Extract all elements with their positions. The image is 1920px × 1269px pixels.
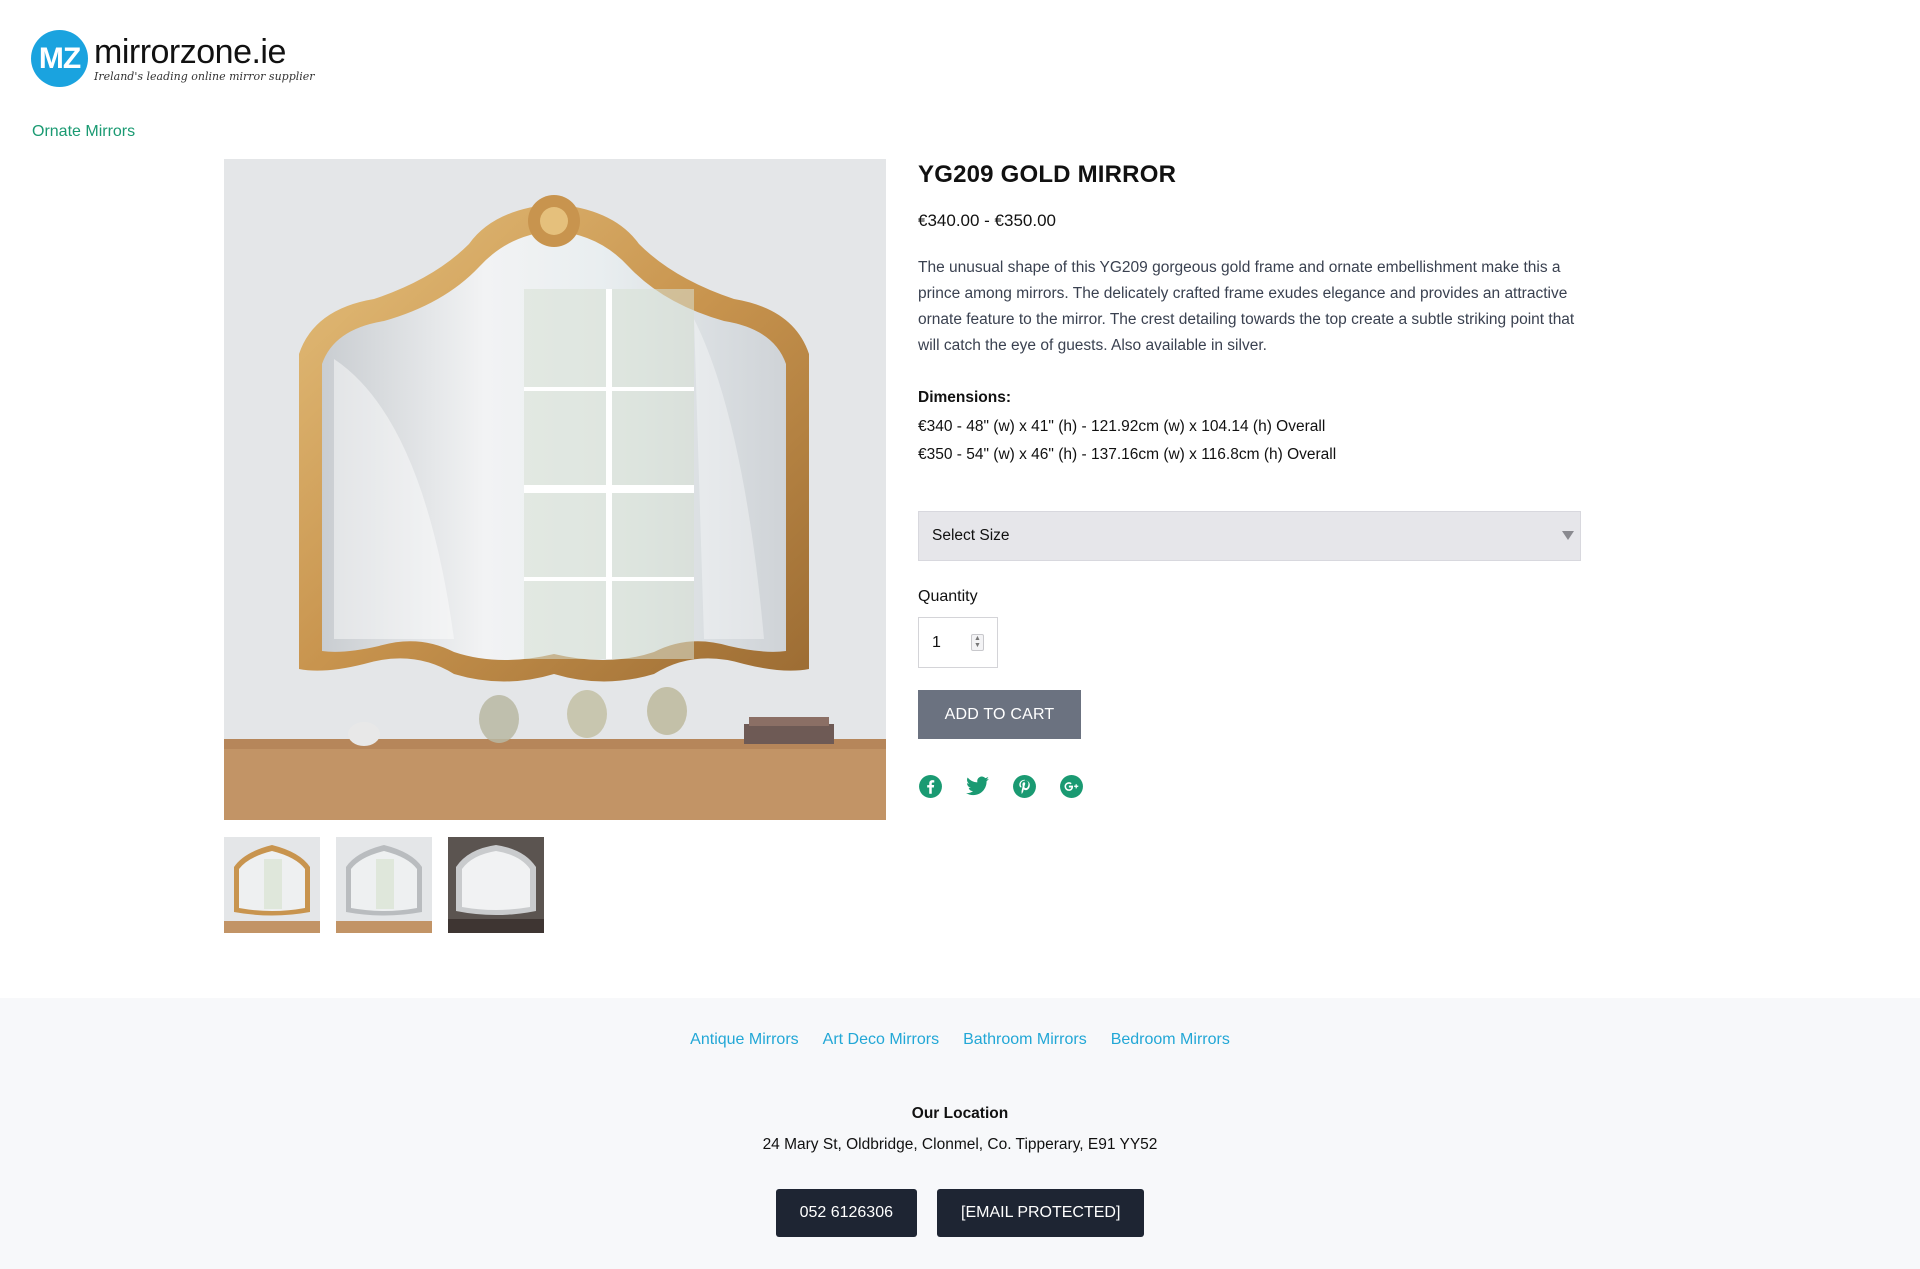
footer-link-bathroom-mirrors[interactable]: Bathroom Mirrors xyxy=(963,1031,1087,1049)
location-title: Our Location xyxy=(911,1105,1009,1122)
twitter-icon[interactable] xyxy=(965,774,990,799)
location-address: 24 Mary St, Oldbridge, Clonmel, Co. Tipp… xyxy=(762,1136,1158,1153)
quantity-label: Quantity xyxy=(918,588,978,605)
site-footer: Antique Mirrors Art Deco Mirrors Bathroo… xyxy=(0,998,1920,1269)
chevron-down-icon xyxy=(1562,531,1574,540)
quantity-stepper[interactable]: 1 ▲ ▼ xyxy=(918,617,998,668)
logo-text: mirrorzone.ie Ireland's leading online m… xyxy=(94,35,315,83)
product-description: The unusual shape of this YG209 gorgeous… xyxy=(918,259,1575,354)
dimension-line: €350 - 54" (w) x 46" (h) - 137.16cm (w) … xyxy=(918,446,1337,463)
footer-link-bedroom-mirrors[interactable]: Bedroom Mirrors xyxy=(1111,1031,1230,1049)
product-main-image[interactable] xyxy=(224,159,886,820)
breadcrumb-ornate-mirrors[interactable]: Ornate Mirrors xyxy=(32,123,135,141)
thumbnail-gold-mirror[interactable] xyxy=(224,837,320,933)
thumbnail-silver-mirror-room[interactable] xyxy=(336,837,432,933)
size-select-value: Select Size xyxy=(932,527,1010,544)
facebook-icon[interactable] xyxy=(918,774,943,799)
logo-tagline: Ireland's leading online mirror supplier xyxy=(94,69,315,83)
footer-link-antique-mirrors[interactable]: Antique Mirrors xyxy=(690,1031,798,1049)
google-plus-icon[interactable] xyxy=(1059,774,1084,799)
pinterest-icon[interactable] xyxy=(1012,774,1037,799)
gold-mirror-image xyxy=(224,159,886,820)
thumbnail-image xyxy=(224,837,320,933)
dimensions-title: Dimensions: xyxy=(918,389,1012,406)
product-title: YG209 GOLD MIRROR xyxy=(918,161,1177,188)
footer-link-art-deco-mirrors[interactable]: Art Deco Mirrors xyxy=(823,1031,939,1049)
product-price: €340.00 - €350.00 xyxy=(918,211,1057,230)
social-share xyxy=(918,774,1084,799)
product-details: YG209 GOLD MIRROR €340.00 - €350.00 The … xyxy=(918,161,1582,469)
thumbnail-strip xyxy=(224,837,544,933)
thumbnail-image xyxy=(448,837,544,933)
contact-buttons: 052 6126306 [EMAIL PROTECTED] xyxy=(0,1189,1920,1237)
site-logo[interactable]: MZ mirrorzone.ie Ireland's leading onlin… xyxy=(31,30,315,87)
dimension-line: €340 - 48" (w) x 41" (h) - 121.92cm (w) … xyxy=(918,418,1326,435)
footer-links: Antique Mirrors Art Deco Mirrors Bathroo… xyxy=(0,1031,1920,1049)
add-to-cart-button[interactable]: ADD TO CART xyxy=(918,690,1081,739)
phone-button[interactable]: 052 6126306 xyxy=(775,1189,917,1237)
thumbnail-image xyxy=(336,837,432,933)
logo-badge: MZ xyxy=(31,30,88,87)
stepper-arrows-icon[interactable]: ▲ ▼ xyxy=(971,634,984,651)
size-select[interactable]: Select Size xyxy=(918,511,1581,561)
quantity-value: 1 xyxy=(932,633,941,651)
email-button[interactable]: [EMAIL PROTECTED] xyxy=(937,1189,1145,1237)
logo-name: mirrorzone.ie xyxy=(94,32,286,71)
thumbnail-silver-mirror-dark[interactable] xyxy=(448,837,544,933)
